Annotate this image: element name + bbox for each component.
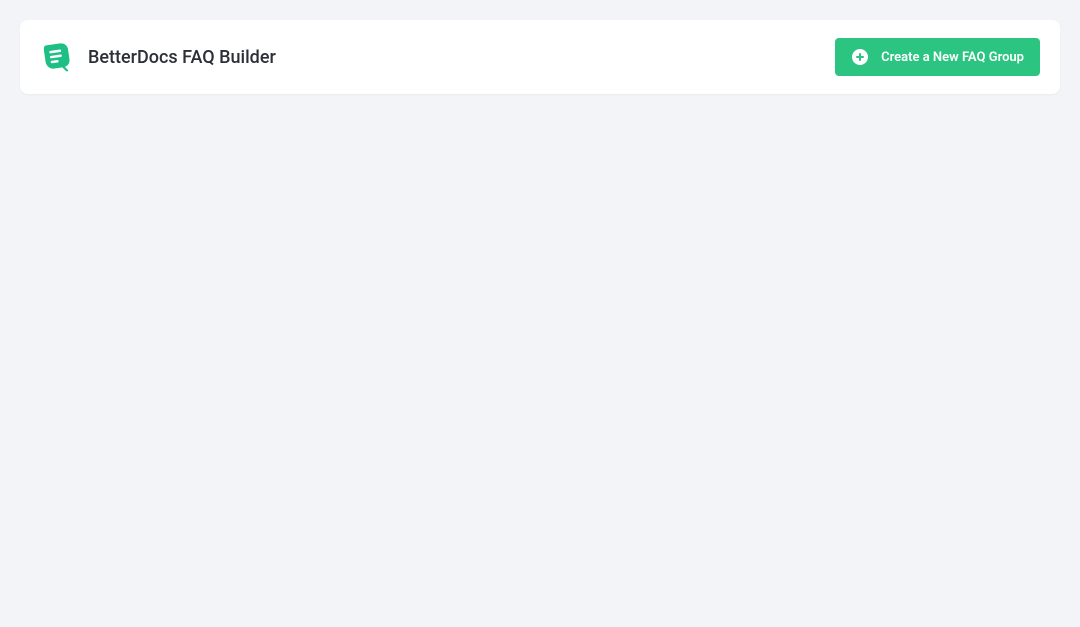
create-faq-group-button[interactable]: Create a New FAQ Group: [835, 38, 1040, 76]
plus-circle-icon: [851, 48, 869, 66]
betterdocs-logo-icon: [40, 40, 74, 74]
title-section: BetterDocs FAQ Builder: [40, 40, 276, 74]
page-title: BetterDocs FAQ Builder: [88, 47, 276, 68]
create-button-label: Create a New FAQ Group: [881, 50, 1024, 65]
header-bar: BetterDocs FAQ Builder Create a New FAQ …: [20, 20, 1060, 94]
